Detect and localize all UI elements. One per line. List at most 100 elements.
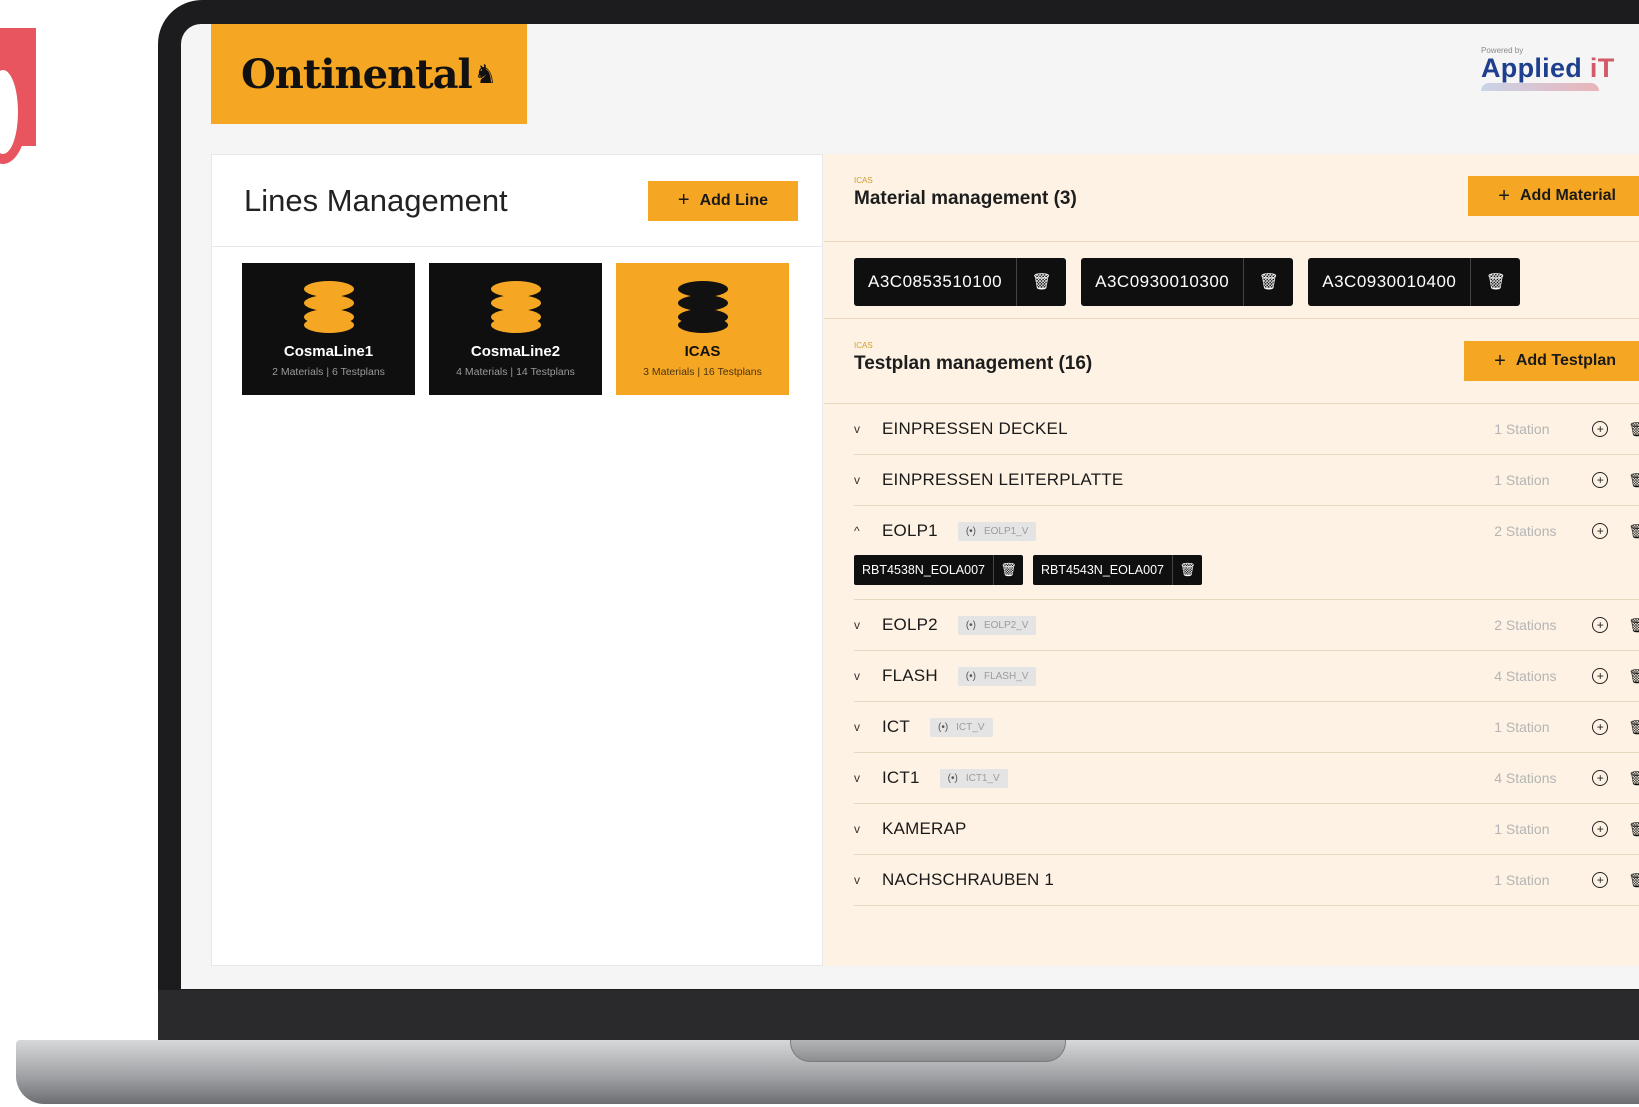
app-screen: Ontinental ♞ Powered by Applied iT Lines… bbox=[181, 24, 1639, 989]
database-icon bbox=[303, 281, 354, 333]
testplan-row-main: v KAMERAP 1 Station + 🗑 bbox=[854, 815, 1639, 843]
laptop-bezel bbox=[158, 990, 1639, 1042]
add-line-button[interactable]: + Add Line bbox=[647, 180, 798, 221]
line-card-cosmaline2[interactable]: CosmaLine2 4 Materials | 14 Testplans bbox=[429, 263, 602, 395]
trash-icon[interactable]: 🗑 bbox=[1628, 821, 1639, 838]
trash-icon[interactable]: 🗑 bbox=[1628, 617, 1639, 634]
chevron-down-icon[interactable]: v bbox=[854, 473, 882, 487]
testplan-row[interactable]: v EOLP2 (•) EOLP2_V 2 Stations + 🗑 bbox=[854, 600, 1639, 651]
add-station-icon[interactable]: + bbox=[1592, 872, 1609, 888]
variant-badge: (•) ICT_V bbox=[929, 717, 993, 737]
trash-icon[interactable]: 🗑 bbox=[1172, 555, 1202, 585]
add-material-button[interactable]: + Add Material bbox=[1468, 176, 1639, 216]
station-chip: RBT4543N_EOLA007 🗑 bbox=[1033, 555, 1202, 585]
testplan-row[interactable]: v EINPRESSEN DECKEL 1 Station + 🗑 bbox=[854, 404, 1639, 455]
variant-badge: (•) FLASH_V bbox=[957, 666, 1037, 686]
station-name: RBT4538N_EOLA007 bbox=[862, 563, 985, 577]
testplan-name: KAMERAP bbox=[882, 819, 967, 838]
trash-icon[interactable]: 🗑 bbox=[1016, 258, 1066, 306]
add-station-icon[interactable]: + bbox=[1592, 421, 1609, 437]
chevron-down-icon[interactable]: v bbox=[854, 822, 882, 836]
add-station-icon[interactable]: + bbox=[1592, 472, 1609, 488]
line-card-subtitle: 4 Materials | 14 Testplans bbox=[456, 366, 575, 378]
variant-badge: (•) ICT1_V bbox=[939, 768, 1008, 788]
variant-icon: (•) bbox=[965, 619, 976, 631]
testplan-actions: 1 Station + 🗑 bbox=[1494, 821, 1639, 838]
variant-icon: (•) bbox=[947, 772, 958, 784]
add-station-icon[interactable]: + bbox=[1592, 523, 1609, 539]
material-line-tag: ICAS bbox=[854, 176, 873, 185]
material-code: A3C0853510100 bbox=[868, 272, 1003, 291]
line-card-name: CosmaLine1 bbox=[283, 343, 374, 360]
trash-icon[interactable]: 🗑 bbox=[1628, 770, 1639, 787]
partner-logo: Powered by Applied iT bbox=[1481, 46, 1631, 91]
testplan-row[interactable]: v ICT (•) ICT_V 1 Station + 🗑 bbox=[854, 702, 1639, 753]
testplan-row[interactable]: v EINPRESSEN LEITERPLATTE 1 Station + 🗑 bbox=[854, 455, 1639, 506]
station-count: 4 Stations bbox=[1494, 668, 1557, 684]
horse-icon: ♞ bbox=[473, 58, 498, 89]
trash-icon[interactable]: 🗑 bbox=[1628, 523, 1639, 540]
line-card-cosmaline1[interactable]: CosmaLine1 2 Materials | 6 Testplans bbox=[242, 263, 415, 395]
logo-swoosh bbox=[1481, 83, 1599, 91]
applied-word: Applied bbox=[1481, 53, 1583, 83]
trash-icon[interactable]: 🗑 bbox=[993, 555, 1023, 585]
chevron-down-icon[interactable]: v bbox=[854, 618, 882, 632]
variant-label: EOLP2_V bbox=[983, 619, 1029, 631]
line-card-icas[interactable]: ICAS 3 Materials | 16 Testplans bbox=[616, 263, 789, 395]
add-station-icon[interactable]: + bbox=[1592, 617, 1609, 633]
chevron-down-icon[interactable]: v bbox=[854, 771, 882, 785]
chevron-down-icon[interactable]: v bbox=[854, 669, 882, 683]
chevron-down-icon[interactable]: v bbox=[854, 422, 882, 436]
testplan-row-main: v EOLP2 (•) EOLP2_V 2 Stations + 🗑 bbox=[854, 611, 1639, 639]
testplan-row[interactable]: v ICT1 (•) ICT1_V 4 Stations + 🗑 bbox=[854, 753, 1639, 804]
line-card-name: ICAS bbox=[684, 343, 721, 360]
add-station-icon[interactable]: + bbox=[1592, 821, 1609, 837]
trash-icon[interactable]: 🗑 bbox=[1628, 872, 1639, 889]
chevron-down-icon[interactable]: v bbox=[854, 873, 882, 887]
add-station-icon[interactable]: + bbox=[1592, 719, 1609, 735]
database-icon bbox=[677, 281, 728, 333]
testplan-actions: 4 Stations + 🗑 bbox=[1494, 668, 1639, 685]
testplan-name: EINPRESSEN DECKEL bbox=[882, 419, 1068, 438]
material-header: ICAS Material management (3) + Add Mater… bbox=[824, 154, 1639, 242]
brand-logo: Ontinental bbox=[240, 50, 473, 98]
trash-icon[interactable]: 🗑 bbox=[1470, 258, 1520, 306]
add-station-icon[interactable]: + bbox=[1592, 668, 1609, 684]
testplan-row[interactable]: ^ EOLP1 (•) EOLP1_V 2 Stations + 🗑 RBT4538N_EOL… bbox=[854, 506, 1639, 600]
testplan-list: v EINPRESSEN DECKEL 1 Station + 🗑 v EINPRESSEN… bbox=[824, 404, 1639, 906]
page-title: Lines Management bbox=[244, 182, 508, 218]
chevron-down-icon[interactable]: v bbox=[854, 720, 882, 734]
testplan-actions: 2 Stations + 🗑 bbox=[1494, 617, 1639, 634]
testplan-actions: 4 Stations + 🗑 bbox=[1494, 770, 1639, 787]
testplan-name: ICT1 bbox=[882, 768, 920, 787]
testplan-name: ICT bbox=[882, 717, 910, 736]
line-detail-panel: ICAS Material management (3) + Add Mater… bbox=[824, 154, 1639, 966]
line-card-name: CosmaLine2 bbox=[470, 343, 561, 360]
testplan-row-main: v ICT (•) ICT_V 1 Station + 🗑 bbox=[854, 713, 1639, 741]
testplan-row[interactable]: v FLASH (•) FLASH_V 4 Stations + 🗑 bbox=[854, 651, 1639, 702]
testplan-row-main: v EINPRESSEN LEITERPLATTE 1 Station + 🗑 bbox=[854, 466, 1639, 494]
variant-badge: (•) EOLP2_V bbox=[957, 615, 1037, 635]
testplan-row[interactable]: v NACHSCHRAUBEN 1 1 Station + 🗑 bbox=[854, 855, 1639, 906]
trash-icon[interactable]: 🗑 bbox=[1243, 258, 1293, 306]
testplan-row-main: v NACHSCHRAUBEN 1 1 Station + 🗑 bbox=[854, 866, 1639, 894]
stage: Ontinental ♞ Powered by Applied iT Lines… bbox=[0, 0, 1639, 1107]
add-testplan-button[interactable]: + Add Testplan bbox=[1464, 341, 1639, 381]
trash-icon[interactable]: 🗑 bbox=[1628, 668, 1639, 685]
add-testplan-label: Add Testplan bbox=[1515, 352, 1616, 369]
variant-icon: (•) bbox=[965, 670, 976, 682]
trash-icon[interactable]: 🗑 bbox=[1628, 719, 1639, 736]
station-count: 1 Station bbox=[1494, 421, 1550, 437]
trash-icon[interactable]: 🗑 bbox=[1628, 421, 1639, 438]
station-chip: RBT4538N_EOLA007 🗑 bbox=[854, 555, 1023, 585]
material-code: A3C0930010400 bbox=[1322, 272, 1457, 291]
station-count: 2 Stations bbox=[1494, 523, 1557, 539]
testplan-row[interactable]: v KAMERAP 1 Station + 🗑 bbox=[854, 804, 1639, 855]
testplan-actions: 1 Station + 🗑 bbox=[1494, 719, 1639, 736]
variant-label: EOLP1_V bbox=[983, 525, 1029, 537]
add-station-icon[interactable]: + bbox=[1592, 770, 1609, 786]
trash-icon[interactable]: 🗑 bbox=[1628, 472, 1639, 489]
testplan-row-main: v FLASH (•) FLASH_V 4 Stations + 🗑 bbox=[854, 662, 1639, 690]
chevron-up-icon[interactable]: ^ bbox=[854, 524, 882, 538]
testplan-actions: 1 Station + 🗑 bbox=[1494, 872, 1639, 889]
